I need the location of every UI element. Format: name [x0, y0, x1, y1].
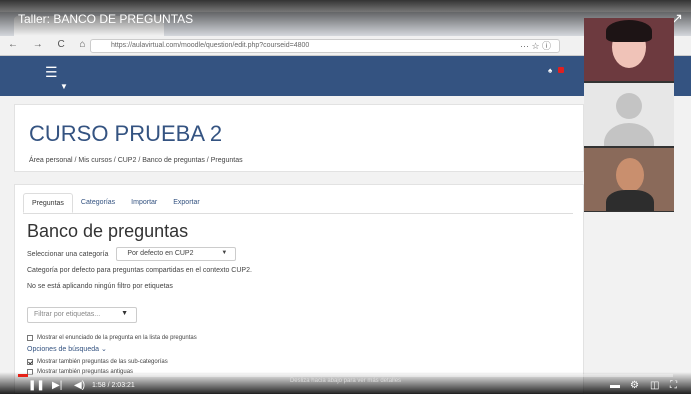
fullscreen-icon[interactable]: ⛶: [670, 380, 677, 391]
category-row: Seleccionar una categoría Por defecto en…: [27, 247, 237, 261]
checkbox[interactable]: [27, 335, 33, 341]
miniplayer-icon[interactable]: ◫: [650, 380, 659, 391]
time-display: 1:58 / 2:03:21: [92, 382, 135, 389]
tag-filter-placeholder: Filtrar por etiquetas...: [34, 311, 101, 318]
settings-icon[interactable]: ⚙: [630, 380, 639, 391]
participant-face: [616, 158, 644, 192]
menu-icon[interactable]: ☰: [45, 64, 58, 81]
avatar-placeholder-icon: [616, 93, 642, 119]
caret-down-icon: ▼: [221, 250, 228, 256]
show-text-option[interactable]: Mostrar el enunciado de la pregunta en l…: [27, 335, 197, 341]
volume-icon[interactable]: ◀): [74, 380, 85, 391]
video-title[interactable]: Taller: BANCO DE PREGUNTAS: [18, 12, 193, 26]
breadcrumb[interactable]: Área personal / Mis cursos / CUP2 / Banc…: [29, 157, 243, 164]
tab-exportar[interactable]: Exportar: [165, 193, 207, 213]
no-filter-text: No se está aplicando ningún filtro por e…: [27, 283, 173, 290]
tab-importar[interactable]: Importar: [123, 193, 165, 213]
video-call-panel: [584, 18, 674, 212]
participant-tile-1[interactable]: [584, 18, 674, 81]
participant-tile-2[interactable]: [584, 83, 674, 146]
caret-down-icon: ▼: [121, 310, 128, 317]
message-badge: [558, 67, 565, 73]
tag-filter-input[interactable]: Filtrar por etiquetas... ▼: [27, 307, 137, 323]
notification-icon[interactable]: ♠: [548, 66, 565, 75]
progress-fill: [18, 374, 28, 377]
pause-icon[interactable]: ❚❚: [28, 380, 45, 391]
tab-preguntas[interactable]: Preguntas: [23, 193, 73, 213]
caret-down-icon: ▼: [60, 82, 68, 91]
bank-title: Banco de preguntas: [27, 221, 189, 241]
tab-categorias[interactable]: Categorías: [73, 193, 123, 213]
url-field[interactable]: https://aulavirtual.com/moodle/question/…: [90, 39, 560, 53]
subcat-label: Mostrar también preguntas de las sub-cat…: [37, 359, 168, 365]
course-header: CURSO PRUEBA 2 Área personal / Mis curso…: [14, 104, 584, 172]
screen: ← → C ⌂ https://aulavirtual.com/moodle/q…: [0, 0, 691, 394]
tab-divider: [23, 213, 573, 214]
nav-buttons[interactable]: ← → C ⌂: [8, 39, 92, 50]
tab-bar: Preguntas Categorías Importar Exportar: [23, 193, 208, 213]
category-select[interactable]: Por defecto en CUP2 ▼: [116, 247, 237, 261]
search-options-toggle[interactable]: Opciones de búsqueda ⌄: [27, 345, 107, 353]
checkbox-checked[interactable]: [27, 359, 33, 365]
next-icon[interactable]: ▶|: [52, 380, 62, 391]
question-bank-card: Preguntas Categorías Importar Exportar B…: [14, 184, 584, 394]
category-label: Seleccionar una categoría: [27, 250, 109, 258]
category-select-value: Por defecto en CUP2: [127, 250, 194, 257]
default-category-text: Categoría por defecto para preguntas com…: [27, 267, 252, 274]
avatar-body-icon: [604, 123, 654, 146]
course-title: CURSO PRUEBA 2: [29, 121, 223, 146]
url-bar-icons[interactable]: ··· ☆ ⓘ: [520, 39, 551, 52]
subtitles-icon[interactable]: ▬: [610, 380, 620, 391]
progress-bar[interactable]: [18, 374, 673, 377]
participant-tile-3[interactable]: [584, 148, 674, 211]
participant-shirt: [606, 190, 654, 211]
show-text-label: Mostrar el enunciado de la pregunta en l…: [37, 335, 197, 341]
subcat-option[interactable]: Mostrar también preguntas de las sub-cat…: [27, 359, 168, 365]
participant-hair: [606, 20, 652, 42]
